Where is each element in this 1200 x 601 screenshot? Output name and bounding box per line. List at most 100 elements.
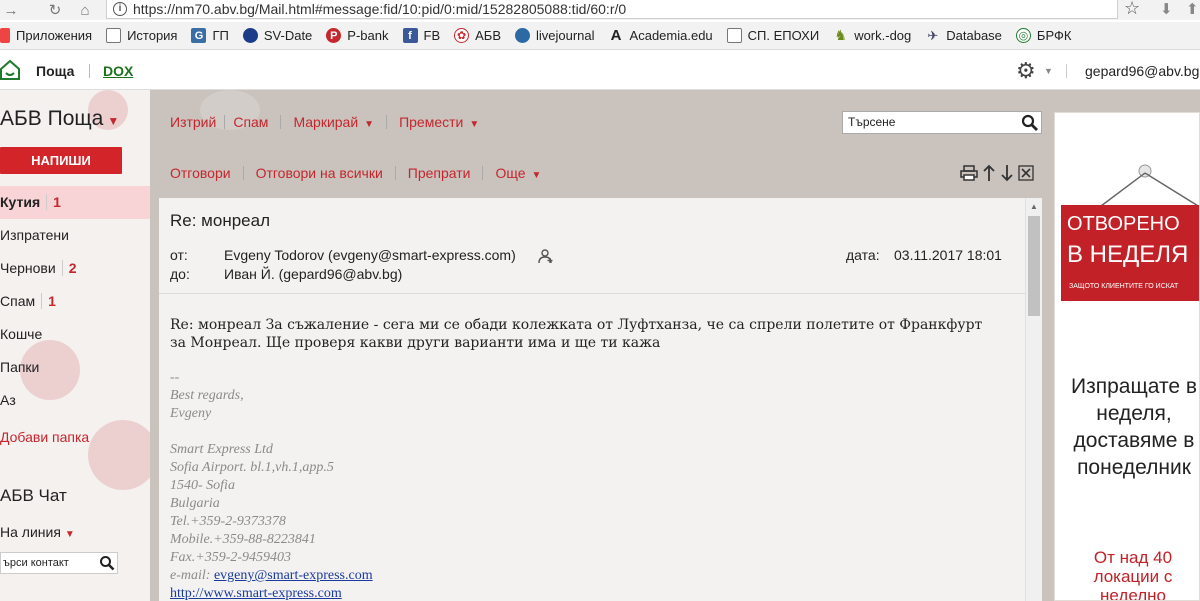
- divider: [280, 115, 282, 129]
- spam-button[interactable]: Спам: [233, 114, 268, 130]
- bookmark-work-dog[interactable]: ♞ work.-dog: [833, 27, 911, 43]
- bookmark-sp-epohi[interactable]: СП. ЕПОХИ: [726, 28, 820, 43]
- more-dropdown[interactable]: Още ▼: [495, 165, 541, 181]
- main-area: Изтрий Спам Маркирай ▼ Премести ▼ Търсене …: [150, 90, 1044, 601]
- bookmark-fb[interactable]: f FB: [402, 28, 440, 43]
- bookmark-star-icon[interactable]: ☆: [1124, 0, 1140, 19]
- bookmark-label: SV-Date: [263, 28, 313, 43]
- scrollbar-thumb[interactable]: [1028, 216, 1040, 316]
- folder-sent[interactable]: Изпратени: [0, 219, 150, 252]
- email-link[interactable]: evgeny@smart-express.com: [214, 568, 373, 583]
- signature-line: --: [170, 370, 180, 385]
- add-contact-icon[interactable]: [538, 248, 554, 264]
- folder-drafts[interactable]: Чернови 2: [0, 252, 150, 285]
- date-label: дата:: [846, 247, 880, 263]
- bookmark-history[interactable]: История: [106, 28, 177, 43]
- add-folder-link[interactable]: Добави папка: [0, 429, 89, 445]
- bookmark-label: СП. ЕПОХИ: [747, 28, 820, 43]
- reply-button[interactable]: Отговори: [170, 165, 231, 181]
- brand-title[interactable]: АБВ Поща ▼: [0, 107, 119, 131]
- compose-button[interactable]: НАПИШИ: [0, 147, 122, 174]
- info-icon[interactable]: i: [113, 2, 127, 16]
- reload-icon[interactable]: ↻: [44, 1, 66, 19]
- divider: [224, 115, 226, 129]
- from-value[interactable]: Evgeny Todorov (evgeny@smart-express.com…: [224, 247, 516, 263]
- reply-all-button[interactable]: Отговори на всички: [256, 165, 383, 181]
- chat-search-input[interactable]: ърси контакт: [0, 552, 118, 574]
- folder-spam[interactable]: Спам 1: [0, 285, 150, 318]
- mark-label: Маркирай: [293, 114, 359, 130]
- sidebar: АБВ Поща ▼ НАПИШИ Кутия 1 Изпратени Чернов…: [0, 90, 158, 601]
- scroll-up-icon[interactable]: ▲: [1030, 202, 1038, 211]
- signature-line: Smart Express Ltd: [170, 442, 273, 457]
- scrollbar[interactable]: ▲: [1025, 198, 1042, 601]
- advertisement[interactable]: ОТВОРЕНО В НЕДЕЛЯ ЗАЩОТО КЛИЕНТИТЕ ГО ИС…: [1054, 112, 1200, 601]
- bookmark-label: livejournal: [536, 28, 595, 43]
- folder-trash[interactable]: Кошче: [0, 318, 150, 351]
- signature-line: Evgeny: [170, 406, 212, 421]
- bookmark-database[interactable]: ✈ Database: [925, 28, 1002, 44]
- bookmark-label: Academia.edu: [629, 28, 713, 43]
- folder-label: Кошче: [0, 326, 43, 342]
- bookmark-label: АБВ: [475, 28, 501, 43]
- mark-dropdown[interactable]: Маркирай ▼: [293, 114, 374, 130]
- message-subject: Re: монреал: [170, 211, 270, 230]
- chevron-down-icon[interactable]: ▼: [107, 114, 119, 128]
- close-icon[interactable]: [1018, 165, 1034, 181]
- folder-inbox[interactable]: Кутия 1: [0, 186, 150, 219]
- url-text: https://nm70.abv.bg/Mail.html#message:fi…: [133, 1, 627, 17]
- decorative-dot: [88, 420, 158, 490]
- home-icon[interactable]: [0, 59, 20, 81]
- date-value: 03.11.2017 18:01: [894, 247, 1002, 263]
- search-icon[interactable]: [1021, 114, 1039, 132]
- chevron-down-icon: ▼: [469, 119, 480, 130]
- message-body: Re: монреал За съжаление - сега ми се об…: [170, 317, 983, 351]
- bookmark-pbank[interactable]: P P-bank: [326, 28, 389, 43]
- bookmark-label: Приложения: [16, 28, 93, 43]
- chevron-down-icon[interactable]: ▼: [1044, 66, 1053, 76]
- folder-label: Папки: [0, 359, 40, 375]
- bookmark-sv-date[interactable]: SV-Date: [242, 28, 313, 43]
- bookmark-academia[interactable]: A Academia.edu: [609, 27, 713, 44]
- address-bar[interactable]: i https://nm70.abv.bg/Mail.html#message:…: [106, 0, 1118, 19]
- back-arrow-icon[interactable]: →: [0, 2, 22, 19]
- unread-count: 1: [46, 194, 61, 210]
- divider: [1066, 64, 1067, 78]
- folder-me[interactable]: Аз: [0, 384, 150, 417]
- move-dropdown[interactable]: Премести ▼: [399, 114, 479, 130]
- browser-url-bar: → ↻ ⌂ i https://nm70.abv.bg/Mail.html#me…: [0, 0, 1200, 20]
- print-icon[interactable]: [960, 165, 978, 181]
- website-link[interactable]: http://www.smart-express.com: [170, 586, 342, 601]
- ad-sign-line2: В НЕДЕЛЯ: [1067, 241, 1189, 268]
- home-icon[interactable]: ⌂: [74, 2, 96, 19]
- user-account[interactable]: gepard96@abv.bg: [1085, 63, 1199, 79]
- app-mail-link[interactable]: Поща: [36, 63, 74, 79]
- bookmark-livejournal[interactable]: livejournal: [515, 28, 595, 43]
- facebook-icon: f: [402, 28, 418, 43]
- chat-search-placeholder: ърси контакт: [3, 557, 69, 569]
- arrow-up-icon[interactable]: [982, 164, 996, 182]
- bookmark-gp[interactable]: G ГП: [191, 28, 229, 43]
- app-dox-link[interactable]: DOX: [103, 63, 133, 79]
- bookmark-brfk[interactable]: ◎ БРФК: [1015, 28, 1071, 43]
- signature-line: Tel.+359-2-9373378: [170, 514, 286, 529]
- to-value[interactable]: Иван Й. (gepard96@abv.bg): [224, 266, 402, 282]
- gear-icon[interactable]: ⚙: [1016, 58, 1036, 84]
- mail-search-input[interactable]: Търсене: [842, 111, 1042, 134]
- delete-button[interactable]: Изтрий: [170, 114, 216, 130]
- arrow-down-icon[interactable]: [1000, 164, 1014, 182]
- extension-icon[interactable]: ⬆: [1186, 0, 1199, 18]
- chevron-down-icon[interactable]: ▼: [65, 529, 75, 540]
- unread-count: 1: [41, 293, 56, 309]
- page-icon: [726, 28, 742, 43]
- bookmark-apps[interactable]: Приложения: [0, 28, 92, 43]
- extension-icon[interactable]: ⬇: [1160, 0, 1173, 18]
- chat-status[interactable]: На линия ▼: [0, 524, 75, 540]
- reply-toolbar: Отговори Отговори на всички Препрати Още…: [170, 165, 541, 181]
- forward-button[interactable]: Препрати: [408, 165, 471, 181]
- folder-folders[interactable]: Папки: [0, 351, 150, 384]
- search-icon[interactable]: [99, 555, 115, 571]
- bookmark-abv[interactable]: ✿ АБВ: [454, 28, 501, 43]
- chevron-down-icon: ▼: [364, 119, 375, 130]
- gp-icon: G: [191, 28, 207, 43]
